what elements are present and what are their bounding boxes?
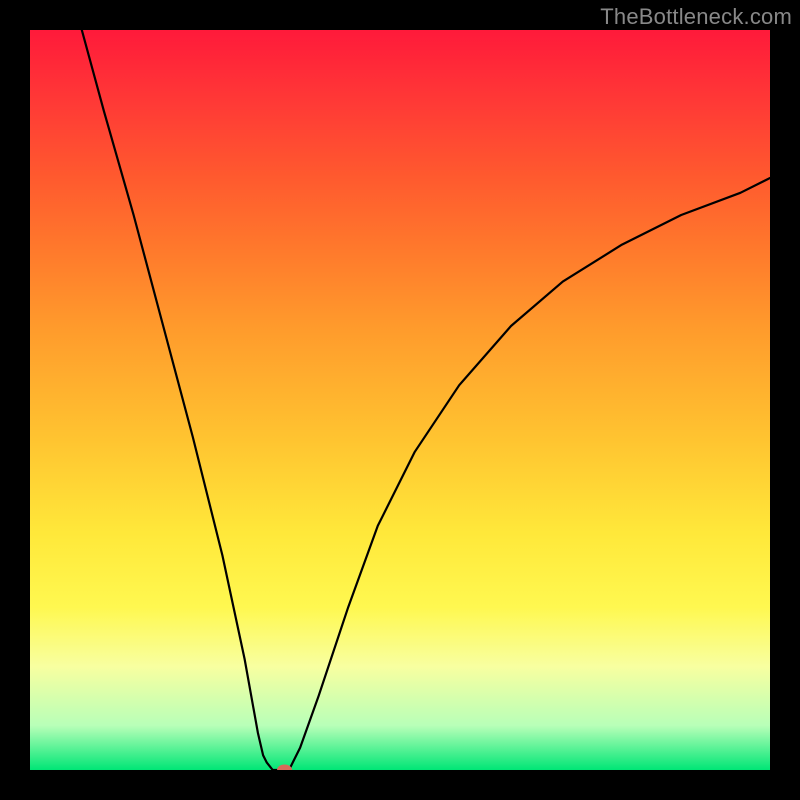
chart-frame: TheBottleneck.com (0, 0, 800, 800)
watermark-text: TheBottleneck.com (600, 4, 792, 30)
minimum-marker (278, 765, 292, 770)
bottleneck-curve (82, 30, 770, 770)
plot-area (30, 30, 770, 770)
chart-svg (30, 30, 770, 770)
